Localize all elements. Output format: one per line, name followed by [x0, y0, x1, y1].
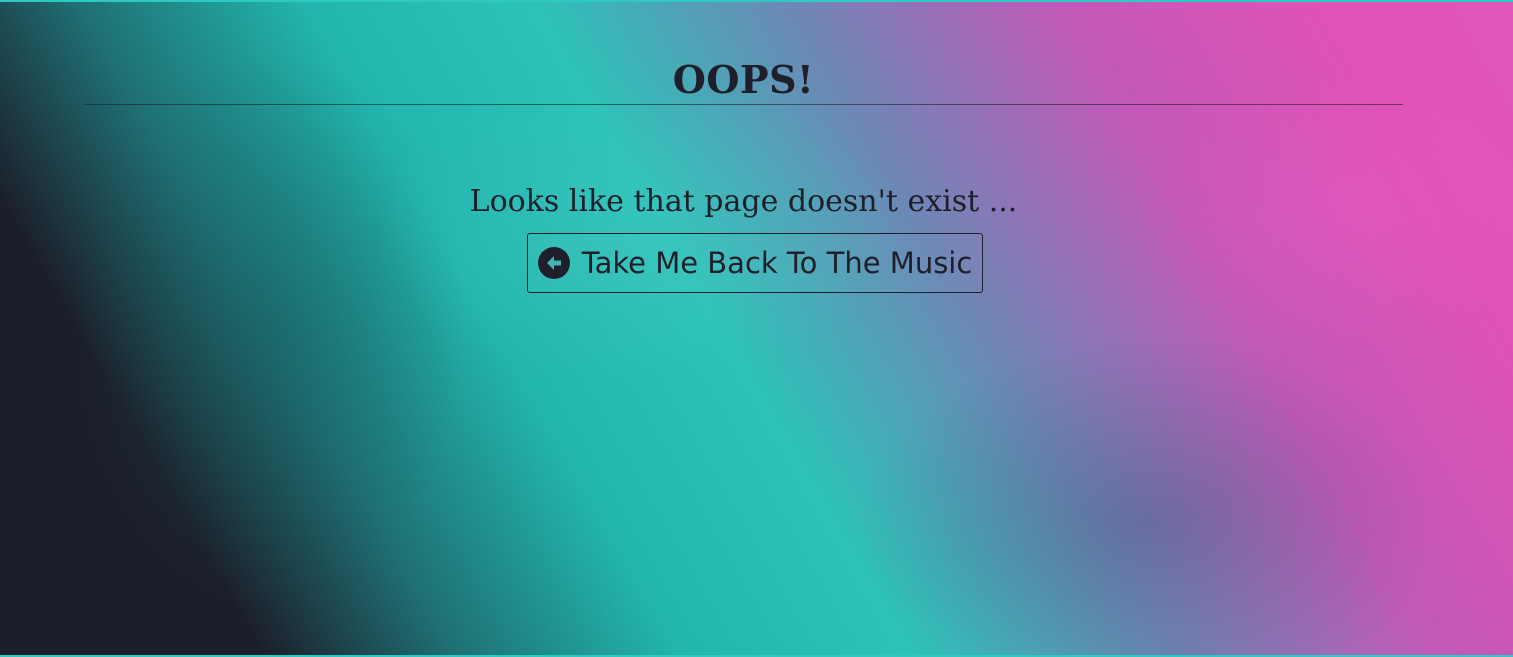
back-to-music-button[interactable]: Take Me Back To The Music [527, 233, 983, 293]
divider [85, 104, 1403, 105]
back-button-label: Take Me Back To The Music [581, 246, 973, 280]
page-title: OOPS! [672, 57, 815, 103]
error-page: OOPS! Looks like that page doesn't exist… [0, 0, 1513, 657]
arrow-circle-left-icon [537, 247, 570, 279]
error-message: Looks like that page doesn't exist ... [469, 184, 1018, 219]
